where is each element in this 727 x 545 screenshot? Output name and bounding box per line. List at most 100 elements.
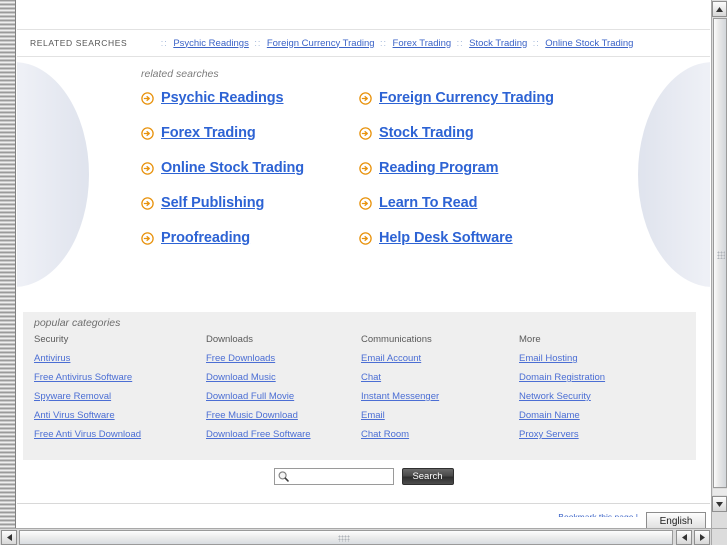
category-link-download-music[interactable]: Download Music <box>206 372 361 383</box>
category-link-antivirus[interactable]: Antivirus <box>34 353 206 364</box>
hero-link-reading-program[interactable]: Reading Program <box>379 160 498 176</box>
scroll-right-button[interactable] <box>694 530 710 545</box>
category-column-more: More Email Hosting Domain Registration N… <box>519 334 684 448</box>
link-separator: :: <box>160 38 168 48</box>
hero-item[interactable]: Self Publishing <box>141 195 359 211</box>
magnifier-icon <box>277 470 290 483</box>
grip-dots-icon <box>717 251 725 259</box>
category-column-communications: Communications Email Account Chat Instan… <box>361 334 519 448</box>
category-link-anti-virus-software[interactable]: Anti Virus Software <box>34 410 206 421</box>
category-link-email-hosting[interactable]: Email Hosting <box>519 353 684 364</box>
scroll-left-button[interactable] <box>1 530 17 545</box>
topbar-link-psychic-readings[interactable]: Psychic Readings <box>173 38 249 49</box>
category-link-free-downloads[interactable]: Free Downloads <box>206 353 361 364</box>
footer-divider <box>17 503 710 504</box>
browser-viewport: RELATED SEARCHES :: Psychic Readings :: … <box>0 0 727 545</box>
scroll-left-button-secondary[interactable] <box>676 530 692 545</box>
hero-link-proofreading[interactable]: Proofreading <box>161 230 250 246</box>
topbar-link-foreign-currency-trading[interactable]: Foreign Currency Trading <box>267 38 375 49</box>
hero-caption: related searches <box>141 68 219 80</box>
search-row: Search <box>17 468 710 485</box>
category-link-free-anti-virus-download[interactable]: Free Anti Virus Download <box>34 429 206 440</box>
hero-link-stock-trading[interactable]: Stock Trading <box>379 125 474 141</box>
circle-arrow-right-icon <box>141 126 154 140</box>
hero-link-learn-to-read[interactable]: Learn To Read <box>379 195 477 211</box>
category-link-proxy-servers[interactable]: Proxy Servers <box>519 429 684 440</box>
category-link-download-free-software[interactable]: Download Free Software <box>206 429 361 440</box>
category-link-free-music-download[interactable]: Free Music Download <box>206 410 361 421</box>
search-box[interactable] <box>273 468 426 485</box>
category-link-spyware-removal[interactable]: Spyware Removal <box>34 391 206 402</box>
horizontal-scrollbar-thumb[interactable] <box>19 530 673 545</box>
scroll-down-button[interactable] <box>712 496 727 512</box>
scroll-up-button[interactable] <box>712 1 727 17</box>
circle-arrow-right-icon <box>141 231 154 245</box>
hero-item[interactable]: Proofreading <box>141 230 359 246</box>
related-searches-link-list: :: Psychic Readings :: Foreign Currency … <box>155 38 634 49</box>
category-link-domain-registration[interactable]: Domain Registration <box>519 372 684 383</box>
category-heading: Downloads <box>206 334 253 345</box>
hero-item[interactable]: Foreign Currency Trading <box>359 90 671 106</box>
topbar-link-stock-trading[interactable]: Stock Trading <box>469 38 527 49</box>
topbar-link-forex-trading[interactable]: Forex Trading <box>393 38 452 49</box>
related-searches-bar: RELATED SEARCHES :: Psychic Readings :: … <box>17 29 710 57</box>
vertical-scrollbar[interactable] <box>711 0 727 545</box>
category-link-chat[interactable]: Chat <box>361 372 519 383</box>
category-link-domain-name[interactable]: Domain Name <box>519 410 684 421</box>
circle-arrow-right-icon <box>359 161 372 175</box>
hero-item[interactable]: Learn To Read <box>359 195 671 211</box>
hero-link-foreign-currency-trading[interactable]: Foreign Currency Trading <box>379 90 554 106</box>
hero-item[interactable]: Reading Program <box>359 160 671 176</box>
circle-arrow-right-icon <box>359 231 372 245</box>
topbar-link-online-stock-trading[interactable]: Online Stock Trading <box>545 38 633 49</box>
vertical-scrollbar-track[interactable] <box>713 489 727 495</box>
hero-item[interactable]: Online Stock Trading <box>141 160 359 176</box>
search-input[interactable] <box>289 470 426 483</box>
category-column-security: Security Antivirus Free Antivirus Softwa… <box>34 334 206 448</box>
circle-arrow-right-icon <box>141 161 154 175</box>
link-separator: :: <box>532 38 540 48</box>
scrollbar-corner <box>711 528 727 545</box>
hero-item[interactable]: Forex Trading <box>141 125 359 141</box>
decorative-circle-left <box>17 62 89 287</box>
category-link-chat-room[interactable]: Chat Room <box>361 429 519 440</box>
circle-arrow-right-icon <box>141 196 154 210</box>
category-heading: Security <box>34 334 69 345</box>
link-separator: :: <box>380 38 388 48</box>
popular-categories-caption: popular categories <box>34 317 121 329</box>
category-heading: More <box>519 334 541 345</box>
related-searches-label: RELATED SEARCHES <box>30 38 128 48</box>
category-column-downloads: Downloads Free Downloads Download Music … <box>206 334 361 448</box>
category-link-instant-messenger[interactable]: Instant Messenger <box>361 391 519 402</box>
hero-link-self-publishing[interactable]: Self Publishing <box>161 195 264 211</box>
hero-item[interactable]: Psychic Readings <box>141 90 359 106</box>
bookmark-this-page-link[interactable]: Bookmark this page | <box>558 512 638 517</box>
category-heading: Communications <box>361 334 432 345</box>
hero-item[interactable]: Help Desk Software <box>359 230 671 246</box>
category-link-network-security[interactable]: Network Security <box>519 391 684 402</box>
hero-link-grid: Psychic Readings Foreign Currency Tradin… <box>141 90 671 246</box>
category-link-download-full-movie[interactable]: Download Full Movie <box>206 391 361 402</box>
horizontal-scrollbar[interactable] <box>0 528 711 545</box>
grip-dots-icon <box>338 535 350 542</box>
category-link-free-antivirus-software[interactable]: Free Antivirus Software <box>34 372 206 383</box>
link-separator: :: <box>254 38 262 48</box>
circle-arrow-right-icon <box>359 126 372 140</box>
hero-item[interactable]: Stock Trading <box>359 125 671 141</box>
popular-categories-panel: popular categories Security Antivirus Fr… <box>23 312 696 460</box>
category-link-email[interactable]: Email <box>361 410 519 421</box>
circle-arrow-right-icon <box>141 91 154 105</box>
vertical-scrollbar-thumb[interactable] <box>713 18 727 488</box>
page-canvas: RELATED SEARCHES :: Psychic Readings :: … <box>17 0 710 517</box>
hero-link-help-desk-software[interactable]: Help Desk Software <box>379 230 513 246</box>
link-separator: :: <box>456 38 464 48</box>
circle-arrow-right-icon <box>359 196 372 210</box>
hero-related-searches: related searches Psychic Readings Foreig… <box>17 58 710 290</box>
category-link-email-account[interactable]: Email Account <box>361 353 519 364</box>
popular-categories-grid: Security Antivirus Free Antivirus Softwa… <box>34 334 684 448</box>
hero-link-forex-trading[interactable]: Forex Trading <box>161 125 256 141</box>
hero-link-online-stock-trading[interactable]: Online Stock Trading <box>161 160 304 176</box>
left-edge-stripes <box>0 0 16 529</box>
circle-arrow-right-icon <box>359 91 372 105</box>
hero-link-psychic-readings[interactable]: Psychic Readings <box>161 90 284 106</box>
